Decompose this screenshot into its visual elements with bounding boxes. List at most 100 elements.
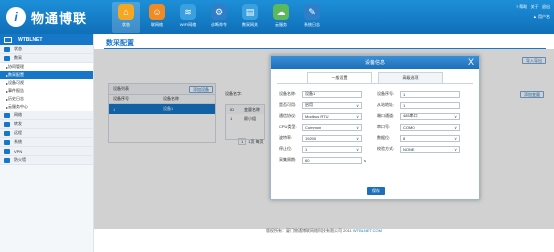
sidebar-group[interactable]: 远程 [0,129,93,138]
nav-item-2[interactable]: ≋ WIFI网络 [174,2,202,33]
form-row: 停止位: 1 ∨ 校验方式: NONE ∨ [279,144,475,154]
sidebar-header: WTBLNET [0,34,93,45]
folder-icon [4,157,10,163]
field-input[interactable]: 1 [400,101,460,109]
nav-item-0[interactable]: ⌂ 状态 [112,2,140,33]
field-select[interactable]: 启用 ∨ [302,101,362,109]
sidebar-menu: 状态数采 ▸ 协同管理 ▸ 数采配置 ▸ 设备可视 ▸ 事件报告 ▸ 历史日志 ▸ 云服务中… [0,45,93,165]
sidebar-group-label: 数采 [14,55,22,60]
chevron-down-icon: ∨ [356,102,359,108]
field-label: 设备名称: [279,91,297,96]
nav-item-4[interactable]: ▤ 数采网关 [236,2,264,33]
sidebar-group[interactable]: 数采 [0,54,93,63]
help-link[interactable]: ? 帮助 [516,4,527,9]
modal-title: 设备信息 [364,60,385,66]
field-label: 设备序号: [377,91,395,96]
field-select[interactable]: COM0 ∨ [400,123,460,131]
cloud-icon: ☁ [273,4,289,20]
sidebar-group-label: 系统 [14,139,22,144]
unit-label: s [364,157,366,163]
device-form: 设备名称: 设备1 设备序号: 1 是否可用: 启用 ∨ 从站地址: 1 通信协议: Modbus … [279,89,475,166]
save-button[interactable]: 保存 [367,187,385,195]
field-input[interactable]: 60 [302,156,362,164]
nav-label: WIFI网络 [179,22,197,27]
about-link[interactable]: 关于 [531,4,539,9]
sidebar-item[interactable]: ▸ 协同管理 [0,63,93,71]
field-select[interactable]: 485串口 ∨ [400,112,460,120]
sidebar-item[interactable]: ▸ 数采配置 [0,71,93,79]
field-value: COM0 [403,124,415,130]
nav-item-1[interactable]: ☺ 联网络 [143,2,171,33]
top-right-links: ? 帮助 关于 退出 ▲ 用户名 [516,4,550,24]
sidebar-group[interactable]: VPN [0,147,93,156]
nav-label: 系统日志 [304,22,320,27]
exit-link[interactable]: 退出 [542,4,550,9]
field-label: 采集周期: [279,157,297,162]
tab-general[interactable]: 一般设置 [307,72,372,83]
field-label: 校验方式: [377,146,395,151]
sidebar-group-label: VPN [14,148,23,154]
tab-advanced[interactable]: 高级选项 [378,72,443,83]
gateway-icon: ▤ [242,4,258,20]
field-label: 通信协议: [279,113,297,118]
sidebar-group-label: 状态 [14,46,22,51]
sidebar-item[interactable]: ▸ 历史日志 [0,95,93,103]
sidebar-item-label: 数采配置 [8,72,25,77]
form-row: 是否可用: 启用 ∨ 从站地址: 1 [279,100,475,110]
person-icon: ☺ [149,4,165,20]
close-icon[interactable]: X [468,57,474,67]
sidebar-item-label: 协同管理 [8,64,25,69]
top-nav: ⌂ 状态 ☺ 联网络 ≋ WIFI网络 ⚙ 诊断命令 ▤ 数采网关 ☁ 云服务 ✎ 系统日志 [112,2,329,33]
sidebar-group[interactable]: 转发 [0,120,93,129]
user-label[interactable]: ▲ 用户名 [516,14,550,20]
sidebar-title: WTBLNET [18,36,43,43]
folder-icon [4,121,10,127]
field-input[interactable]: 1 [400,90,460,98]
field-value: NONE [403,146,415,152]
field-select[interactable]: 19200 ∨ [302,134,362,142]
device-info-modal: 设备信息 X 一般设置 高级选项 设备名称: 设备1 设备序号: 1 是否可用: 启用 ∨ 从… [270,55,480,200]
sidebar-group[interactable]: 防火墙 [0,156,93,165]
monitor-icon [4,36,12,43]
home-icon: ⌂ [118,4,134,20]
field-label: 从站地址: [377,102,395,107]
field-select[interactable]: Common ∨ [302,123,362,131]
field-input[interactable]: 设备1 [302,90,362,98]
top-header: i 物通博联 ⌂ 状态 ☺ 联网络 ≋ WIFI网络 ⚙ 诊断命令 ▤ 数采网关 ☁ 云服务 ✎ 系统日志… [0,0,554,34]
sidebar-item-label: 云服务中心 [8,104,29,109]
field-select[interactable]: 8 ∨ [400,134,460,142]
field-value: 启用 [305,102,313,107]
form-row: 设备名称: 设备1 设备序号: 1 [279,89,475,99]
field-label: 端口通道: [377,113,395,118]
field-label: CPU类型: [279,124,297,129]
sidebar-item[interactable]: ▸ 设备可视 [0,79,93,87]
nav-label: 数采网关 [242,22,258,27]
sidebar: WTBLNET 状态数采 ▸ 协同管理 ▸ 数采配置 ▸ 设备可视 ▸ 事件报告 ▸ 历史… [0,34,94,252]
field-value: 1 [305,146,308,152]
page-title: 数采配置 [106,40,134,47]
field-value: 设备1 [305,91,316,96]
form-row: 通信协议: Modbus RTU ∨ 端口通道: 485串口 ∨ [279,111,475,121]
nav-label: 诊断命令 [211,22,227,27]
field-label: 串口号: [377,124,391,129]
nav-item-3[interactable]: ⚙ 诊断命令 [205,2,233,33]
sidebar-group[interactable]: 状态 [0,45,93,54]
sidebar-group-label: 网络 [14,112,22,117]
sidebar-item[interactable]: ▸ 云服务中心 [0,103,93,111]
sidebar-group-label: 防火墙 [14,157,26,162]
field-value: 485串口 [403,113,418,118]
field-select[interactable]: Modbus RTU ∨ [302,112,362,120]
chevron-down-icon: ∨ [454,113,457,119]
sidebar-group[interactable]: 网络 [0,111,93,120]
form-row: CPU类型: Common ∨ 串口号: COM0 ∨ [279,122,475,132]
field-value: 60 [305,157,310,163]
folder-icon [4,46,10,52]
nav-item-5[interactable]: ☁ 云服务 [267,2,295,33]
field-select[interactable]: NONE ∨ [400,145,460,153]
sidebar-item[interactable]: ▸ 事件报告 [0,87,93,95]
sidebar-group[interactable]: 系统 [0,138,93,147]
field-select[interactable]: 1 ∨ [302,145,362,153]
logo-text: 物通博联 [31,10,88,26]
nav-item-6[interactable]: ✎ 系统日志 [298,2,326,33]
log-icon: ✎ [304,4,320,20]
